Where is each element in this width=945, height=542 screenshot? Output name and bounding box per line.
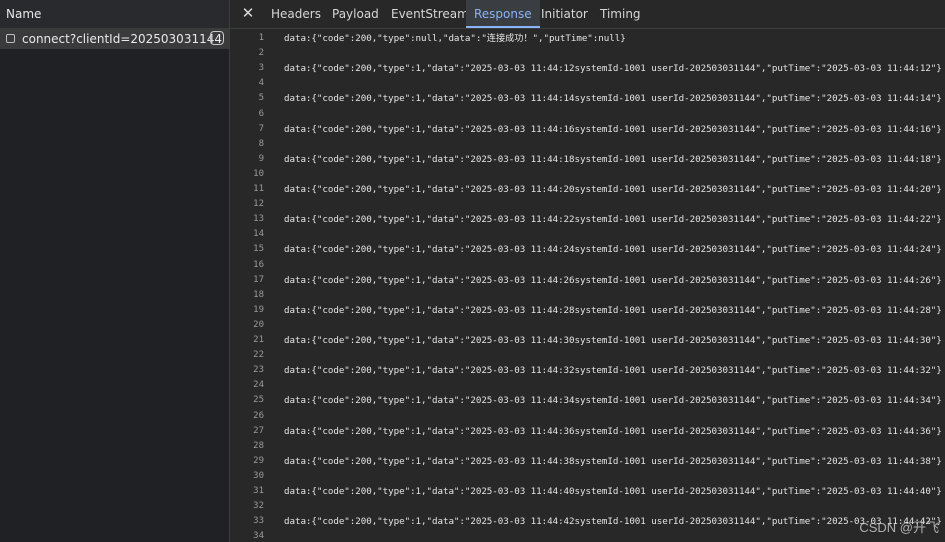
line-number: 12 xyxy=(253,199,264,210)
request-details-panel: ✕ Headers Payload EventStream Response I… xyxy=(230,0,945,542)
line-number: 25 xyxy=(253,395,264,406)
close-icon[interactable]: ✕ xyxy=(240,5,256,21)
tab-timing[interactable]: Timing xyxy=(600,0,641,27)
line-number: 23 xyxy=(253,365,264,376)
tab-response-label: Response xyxy=(474,7,532,21)
details-tab-bar: ✕ Headers Payload EventStream Response I… xyxy=(230,0,945,29)
line-text: data:{"code":200,"type":1,"data":"2025-0… xyxy=(284,93,942,105)
line-text: data:{"code":200,"type":null,"data":"连接成… xyxy=(284,33,626,44)
line-number: 4 xyxy=(258,78,264,89)
line-number: 6 xyxy=(258,108,264,119)
line-number: 15 xyxy=(253,244,264,255)
name-column-header[interactable]: Name xyxy=(0,0,229,29)
line-number: 18 xyxy=(253,289,264,300)
line-text: data:{"code":200,"type":1,"data":"2025-0… xyxy=(284,455,942,467)
line-number: 28 xyxy=(253,440,264,451)
line-text: data:{"code":200,"type":1,"data":"2025-0… xyxy=(284,516,942,528)
line-text: data:{"code":200,"type":1,"data":"2025-0… xyxy=(284,123,942,135)
line-number: 21 xyxy=(253,335,264,345)
line-text: data:{"code":200,"type":1,"data":"2025-0… xyxy=(284,184,942,195)
line-number: 24 xyxy=(253,380,264,391)
line-number: 7 xyxy=(258,123,264,134)
tab-eventstream[interactable]: EventStream xyxy=(391,0,469,27)
request-toggle[interactable] xyxy=(210,31,224,45)
line-number: 17 xyxy=(253,274,264,285)
line-number: 22 xyxy=(253,350,264,361)
tab-headers[interactable]: Headers xyxy=(271,0,321,27)
line-text: data:{"code":200,"type":1,"data":"2025-0… xyxy=(284,304,942,316)
line-number: 16 xyxy=(253,259,264,270)
line-number: 14 xyxy=(253,229,264,240)
tab-payload[interactable]: Payload xyxy=(332,0,379,27)
line-number: 8 xyxy=(258,138,264,149)
line-number: 30 xyxy=(253,470,264,481)
request-list-panel: Name connect?clientId=202503031144 xyxy=(0,0,230,542)
line-number: 34 xyxy=(253,531,264,542)
line-number: 29 xyxy=(253,455,264,466)
line-text: data:{"code":200,"type":1,"data":"2025-0… xyxy=(284,153,942,165)
line-number: 3 xyxy=(258,63,264,74)
request-row-connect[interactable]: connect?clientId=202503031144 xyxy=(0,29,229,49)
watermark: CSDN @开飞 xyxy=(859,520,939,535)
active-tab-indicator xyxy=(466,26,540,28)
line-number: 20 xyxy=(253,319,264,330)
line-number: 27 xyxy=(253,425,264,436)
line-number: 32 xyxy=(253,501,264,512)
line-number: 11 xyxy=(253,184,264,194)
line-text: data:{"code":200,"type":1,"data":"2025-0… xyxy=(284,274,942,286)
line-text: data:{"code":200,"type":1,"data":"2025-0… xyxy=(284,244,942,256)
line-number: 9 xyxy=(258,153,264,164)
line-text: data:{"code":200,"type":1,"data":"2025-0… xyxy=(284,395,942,407)
request-name: connect?clientId=202503031144 xyxy=(22,32,222,46)
request-checkbox-icon[interactable] xyxy=(6,34,15,43)
line-text: data:{"code":200,"type":1,"data":"2025-0… xyxy=(284,486,942,497)
line-text: data:{"code":200,"type":1,"data":"2025-0… xyxy=(284,335,942,346)
line-number: 13 xyxy=(253,214,264,225)
line-number: 10 xyxy=(253,168,264,179)
line-number: 2 xyxy=(258,48,264,59)
line-text: data:{"code":200,"type":1,"data":"2025-0… xyxy=(284,365,942,377)
line-number: 5 xyxy=(258,93,264,104)
line-number: 19 xyxy=(253,304,264,315)
line-number: 26 xyxy=(253,410,264,421)
tab-response[interactable]: Response xyxy=(466,0,540,28)
line-number: 1 xyxy=(258,33,264,43)
line-number: 31 xyxy=(253,486,264,496)
line-text: data:{"code":200,"type":1,"data":"2025-0… xyxy=(284,425,942,437)
response-viewer[interactable]: 1 data:{"code":200,"type":null,"data":"连接… xyxy=(230,29,945,542)
tab-initiator[interactable]: Initiator xyxy=(541,0,588,27)
line-number: 33 xyxy=(253,516,264,527)
line-text: data:{"code":200,"type":1,"data":"2025-0… xyxy=(284,214,942,226)
line-text: data:{"code":200,"type":1,"data":"2025-0… xyxy=(284,63,942,75)
